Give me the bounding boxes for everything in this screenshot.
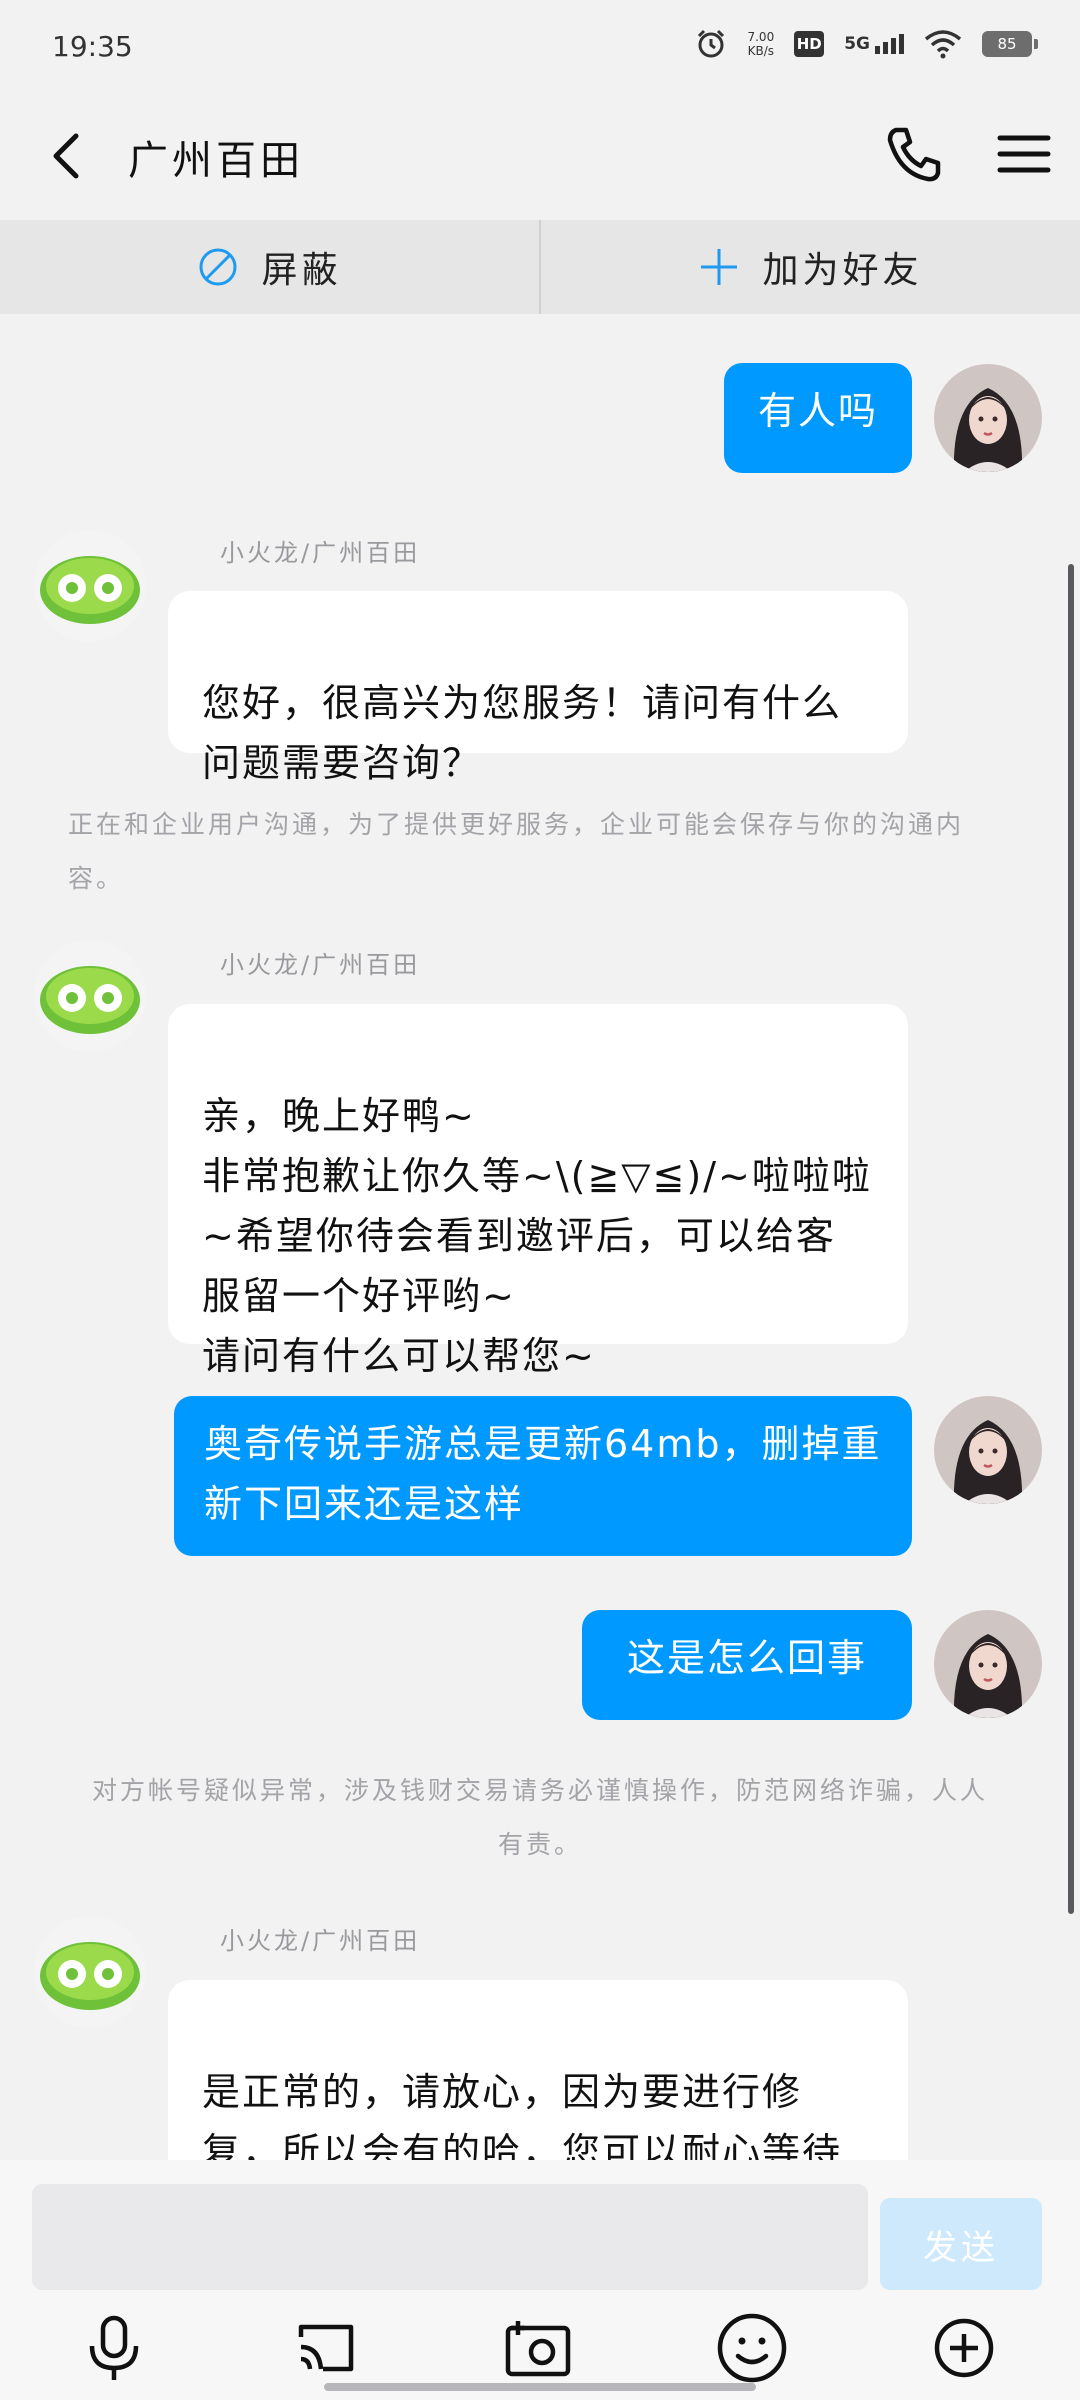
emoji-icon	[717, 2313, 787, 2383]
chat-title: 广州百田	[128, 138, 304, 184]
user-avatar[interactable]	[934, 1610, 1042, 1718]
alarm-icon	[698, 29, 725, 58]
net-speed-value: 7.00	[747, 30, 775, 44]
network-type: 5G	[844, 34, 870, 54]
shop-logo-icon	[34, 1916, 146, 2028]
shop-avatar[interactable]	[34, 1916, 146, 2028]
status-bar: 19:35 7.00 KB/s HD 5G 85	[0, 0, 1080, 100]
sender-name: 小火龙/广州百田	[220, 539, 421, 567]
battery-indicator: 85	[982, 31, 1038, 57]
input-bar: 发送	[0, 2160, 1080, 2400]
message-text: 您好，很高兴为您服务！请问有什么问题需要咨询？	[202, 681, 843, 785]
chat-scrollbar[interactable]	[1068, 564, 1074, 1914]
message-bubble-outgoing[interactable]: 奥奇传说手游总是更新64mb，删掉重新下回来还是这样	[174, 1396, 912, 1556]
send-button[interactable]: 发送	[880, 2198, 1042, 2290]
message-bubble-incoming[interactable]: 您好，很高兴为您服务！请问有什么问题需要咨询？	[168, 591, 908, 785]
message-bubble-outgoing[interactable]: 有人吗	[724, 363, 912, 473]
message-text: 奥奇传说手游总是更新64mb，删掉重新下回来还是这样	[204, 1422, 882, 1526]
wifi-icon	[924, 30, 962, 59]
chat-area[interactable]: 有人吗 小火龙/广州百田 您好，很高兴为您服务！请问有什么问题需要咨询？ 正在和…	[0, 314, 1080, 2160]
sender-name: 小火龙/广州百田	[220, 951, 421, 979]
message-input[interactable]	[32, 2184, 868, 2290]
camera-button[interactable]	[500, 2310, 576, 2386]
home-indicator[interactable]	[324, 2383, 756, 2391]
user-avatar-image	[934, 364, 1042, 472]
sender-name: 小火龙/广州百田	[220, 1927, 421, 1955]
chevron-left-icon	[53, 133, 79, 179]
user-avatar[interactable]	[934, 1396, 1042, 1504]
block-button[interactable]: 屏蔽	[0, 220, 539, 314]
hamburger-menu-icon	[997, 135, 1051, 173]
net-speed: 7.00 KB/s	[747, 30, 774, 58]
action-bar: 屏蔽 加为好友	[0, 220, 1080, 314]
message-text: 亲，晚上好鸭~ 非常抱歉让你久等~\(≧▽≦)/~啦啦啦~希望你待会看到邀评后，…	[202, 1094, 872, 1378]
menu-button[interactable]	[994, 124, 1054, 184]
system-notice: 正在和企业用户沟通，为了提供更好服务，企业可能会保存与你的沟通内容。	[68, 810, 965, 893]
plus-icon	[701, 249, 738, 285]
user-avatar-image	[934, 1396, 1042, 1504]
shop-avatar[interactable]	[34, 940, 146, 1052]
emoji-button[interactable]	[714, 2310, 790, 2386]
call-button[interactable]	[882, 122, 946, 186]
status-icons: 7.00 KB/s HD 5G 85	[695, 28, 1038, 60]
screen-cast-icon	[298, 2324, 354, 2372]
net-speed-unit: KB/s	[747, 44, 775, 58]
block-label: 屏蔽	[261, 250, 342, 291]
screen-share-button[interactable]	[288, 2310, 364, 2386]
message-text: 有人吗	[757, 389, 878, 433]
shop-logo-icon	[34, 940, 146, 1052]
user-avatar[interactable]	[934, 364, 1042, 472]
add-friend-button[interactable]: 加为好友	[541, 220, 1080, 314]
message-bubble-incoming[interactable]: 亲，晚上好鸭~ 非常抱歉让你久等~\(≧▽≦)/~啦啦啦~希望你待会看到邀评后，…	[168, 1004, 908, 1378]
chat-header: 广州百田	[0, 100, 1080, 220]
back-button[interactable]	[38, 126, 98, 186]
hd-badge: HD	[794, 31, 825, 57]
user-avatar-image	[934, 1610, 1042, 1718]
add-friend-label: 加为好友	[762, 250, 923, 291]
block-icon	[199, 248, 237, 286]
status-time: 19:35	[52, 30, 133, 63]
signal-icon: 5G	[844, 34, 904, 54]
message-bubble-outgoing[interactable]: 这是怎么回事	[582, 1610, 912, 1720]
plus-circle-icon	[934, 2318, 994, 2378]
message-text: 这是怎么回事	[626, 1636, 867, 1680]
system-notice: 对方帐号疑似异常，涉及钱财交易请务必谨慎操作，防范网络诈骗，人人有责。	[91, 1776, 988, 1859]
voice-button[interactable]	[76, 2310, 152, 2386]
more-button[interactable]	[926, 2310, 1002, 2386]
microphone-icon	[89, 2315, 139, 2380]
camera-icon	[505, 2321, 571, 2377]
message-text: 是正常的，请放心，因为要进行修复，所以会有的哈，您可以耐心等待后续大大的优化哦	[202, 2070, 843, 2160]
message-bubble-incoming[interactable]: 是正常的，请放心，因为要进行修复，所以会有的哈，您可以耐心等待后续大大的优化哦	[168, 1980, 908, 2160]
shop-avatar[interactable]	[34, 530, 146, 642]
shop-logo-icon	[34, 530, 146, 642]
phone-icon	[887, 127, 941, 182]
